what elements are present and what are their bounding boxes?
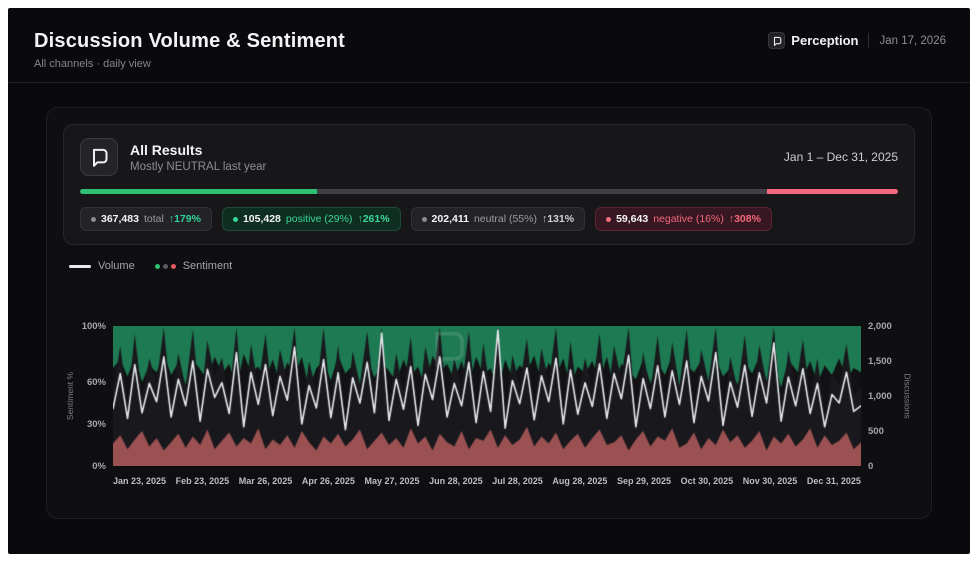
positive-value: 105,428 xyxy=(243,213,281,225)
negative-dot-icon xyxy=(606,217,611,222)
stat-pills: 367,483 total ↑179% 105,428 positive (29… xyxy=(80,207,898,231)
total-delta: ↑179% xyxy=(169,213,201,225)
dashboard: Discussion Volume & Sentiment All channe… xyxy=(8,8,970,554)
brand-name: Perception xyxy=(791,33,858,48)
legend-sentiment-label: Sentiment xyxy=(183,260,233,272)
legend-volume[interactable]: Volume xyxy=(69,260,135,272)
x-tick-label: Oct 30, 2025 xyxy=(681,476,734,486)
y-tick-label: 1,000 xyxy=(868,391,892,402)
negative-value: 59,643 xyxy=(616,213,648,225)
total-value: 367,483 xyxy=(101,213,139,225)
y-tick-label: 100% xyxy=(82,321,106,332)
main-card: All Results Mostly NEUTRAL last year Jan… xyxy=(46,107,932,519)
header-divider xyxy=(8,82,970,83)
x-tick-label: May 27, 2025 xyxy=(365,476,420,486)
chart: Sentiment % 100%60%30%0% 2,0001,5001,000… xyxy=(63,326,915,486)
x-tick-label: Mar 26, 2025 xyxy=(239,476,293,486)
watermark-logo-icon xyxy=(427,328,467,373)
right-axis-ticks: 2,0001,5001,0005000 xyxy=(861,326,901,466)
x-tick-label: Dec 31, 2025 xyxy=(807,476,861,486)
sentiment-distribution-bar xyxy=(80,189,898,194)
y-tick-label: 60% xyxy=(87,377,106,388)
y-tick-label: 0 xyxy=(868,461,873,472)
volume-line-swatch-icon xyxy=(69,265,91,268)
perception-logo-icon xyxy=(768,32,785,49)
y-tick-label: 0% xyxy=(92,461,106,472)
header-date: Jan 17, 2026 xyxy=(879,35,946,47)
plot-area[interactable] xyxy=(113,326,861,466)
sentiment-dots-icon xyxy=(155,264,176,269)
x-tick-label: Apr 26, 2025 xyxy=(302,476,355,486)
summary-header: All Results Mostly NEUTRAL last year Jan… xyxy=(80,138,898,176)
legend-volume-label: Volume xyxy=(98,260,135,272)
chart-canvas[interactable] xyxy=(113,326,861,466)
x-tick-label: Aug 28, 2025 xyxy=(552,476,607,486)
y-tick-label: 2,000 xyxy=(868,321,892,332)
positive-dot-icon xyxy=(233,217,238,222)
sentiment-bar-negative xyxy=(767,189,898,194)
right-axis-title: Discussions xyxy=(901,326,915,466)
neutral-delta: ↑131% xyxy=(542,213,574,225)
left-axis-ticks: 100%60%30%0% xyxy=(77,326,113,466)
y-tick-label: 500 xyxy=(868,426,884,437)
total-label: total xyxy=(144,213,164,225)
neutral-value: 202,411 xyxy=(432,213,469,225)
date-range: Jan 1 – Dec 31, 2025 xyxy=(784,150,898,164)
x-tick-label: Jun 28, 2025 xyxy=(429,476,483,486)
stat-positive[interactable]: 105,428 positive (29%) ↑261% xyxy=(222,207,401,231)
summary-card: All Results Mostly NEUTRAL last year Jan… xyxy=(63,124,915,245)
positive-label: positive (29%) xyxy=(286,213,353,225)
left-axis-title: Sentiment % xyxy=(63,326,77,466)
legend-sentiment[interactable]: Sentiment xyxy=(155,260,233,272)
sentiment-bar-neutral xyxy=(317,189,767,194)
x-tick-label: Sep 29, 2025 xyxy=(617,476,671,486)
x-tick-label: Nov 30, 2025 xyxy=(743,476,798,486)
negative-delta: ↑308% xyxy=(729,213,761,225)
chart-legend: Volume Sentiment xyxy=(69,260,909,272)
y-tick-label: 1,500 xyxy=(868,356,892,367)
header: Discussion Volume & Sentiment All channe… xyxy=(8,8,970,82)
all-results-logo-icon xyxy=(80,138,118,176)
page-subtitle: All channels · daily view xyxy=(34,58,944,70)
summary-title: All Results xyxy=(130,142,266,158)
stat-total[interactable]: 367,483 total ↑179% xyxy=(80,207,212,231)
x-tick-label: Jan 23, 2025 xyxy=(113,476,166,486)
x-tick-label: Jul 28, 2025 xyxy=(492,476,543,486)
sentiment-bar-positive xyxy=(80,189,317,194)
total-dot-icon xyxy=(91,217,96,222)
neutral-label: neutral (55%) xyxy=(474,213,537,225)
positive-delta: ↑261% xyxy=(357,213,389,225)
header-separator xyxy=(868,33,869,48)
x-tick-label: Feb 23, 2025 xyxy=(176,476,230,486)
neutral-dot-icon xyxy=(422,217,427,222)
brand: Perception xyxy=(768,32,858,49)
summary-subtitle: Mostly NEUTRAL last year xyxy=(130,161,266,173)
negative-label: negative (16%) xyxy=(653,213,724,225)
summary-titles: All Results Mostly NEUTRAL last year xyxy=(130,142,266,173)
stat-neutral[interactable]: 202,411 neutral (55%) ↑131% xyxy=(411,207,586,231)
stat-negative[interactable]: 59,643 negative (16%) ↑308% xyxy=(595,207,772,231)
y-tick-label: 30% xyxy=(87,419,106,430)
x-axis-ticks: Jan 23, 2025 Feb 23, 2025 Mar 26, 2025 Apr … xyxy=(113,466,861,486)
header-right: Perception Jan 17, 2026 xyxy=(768,32,946,49)
